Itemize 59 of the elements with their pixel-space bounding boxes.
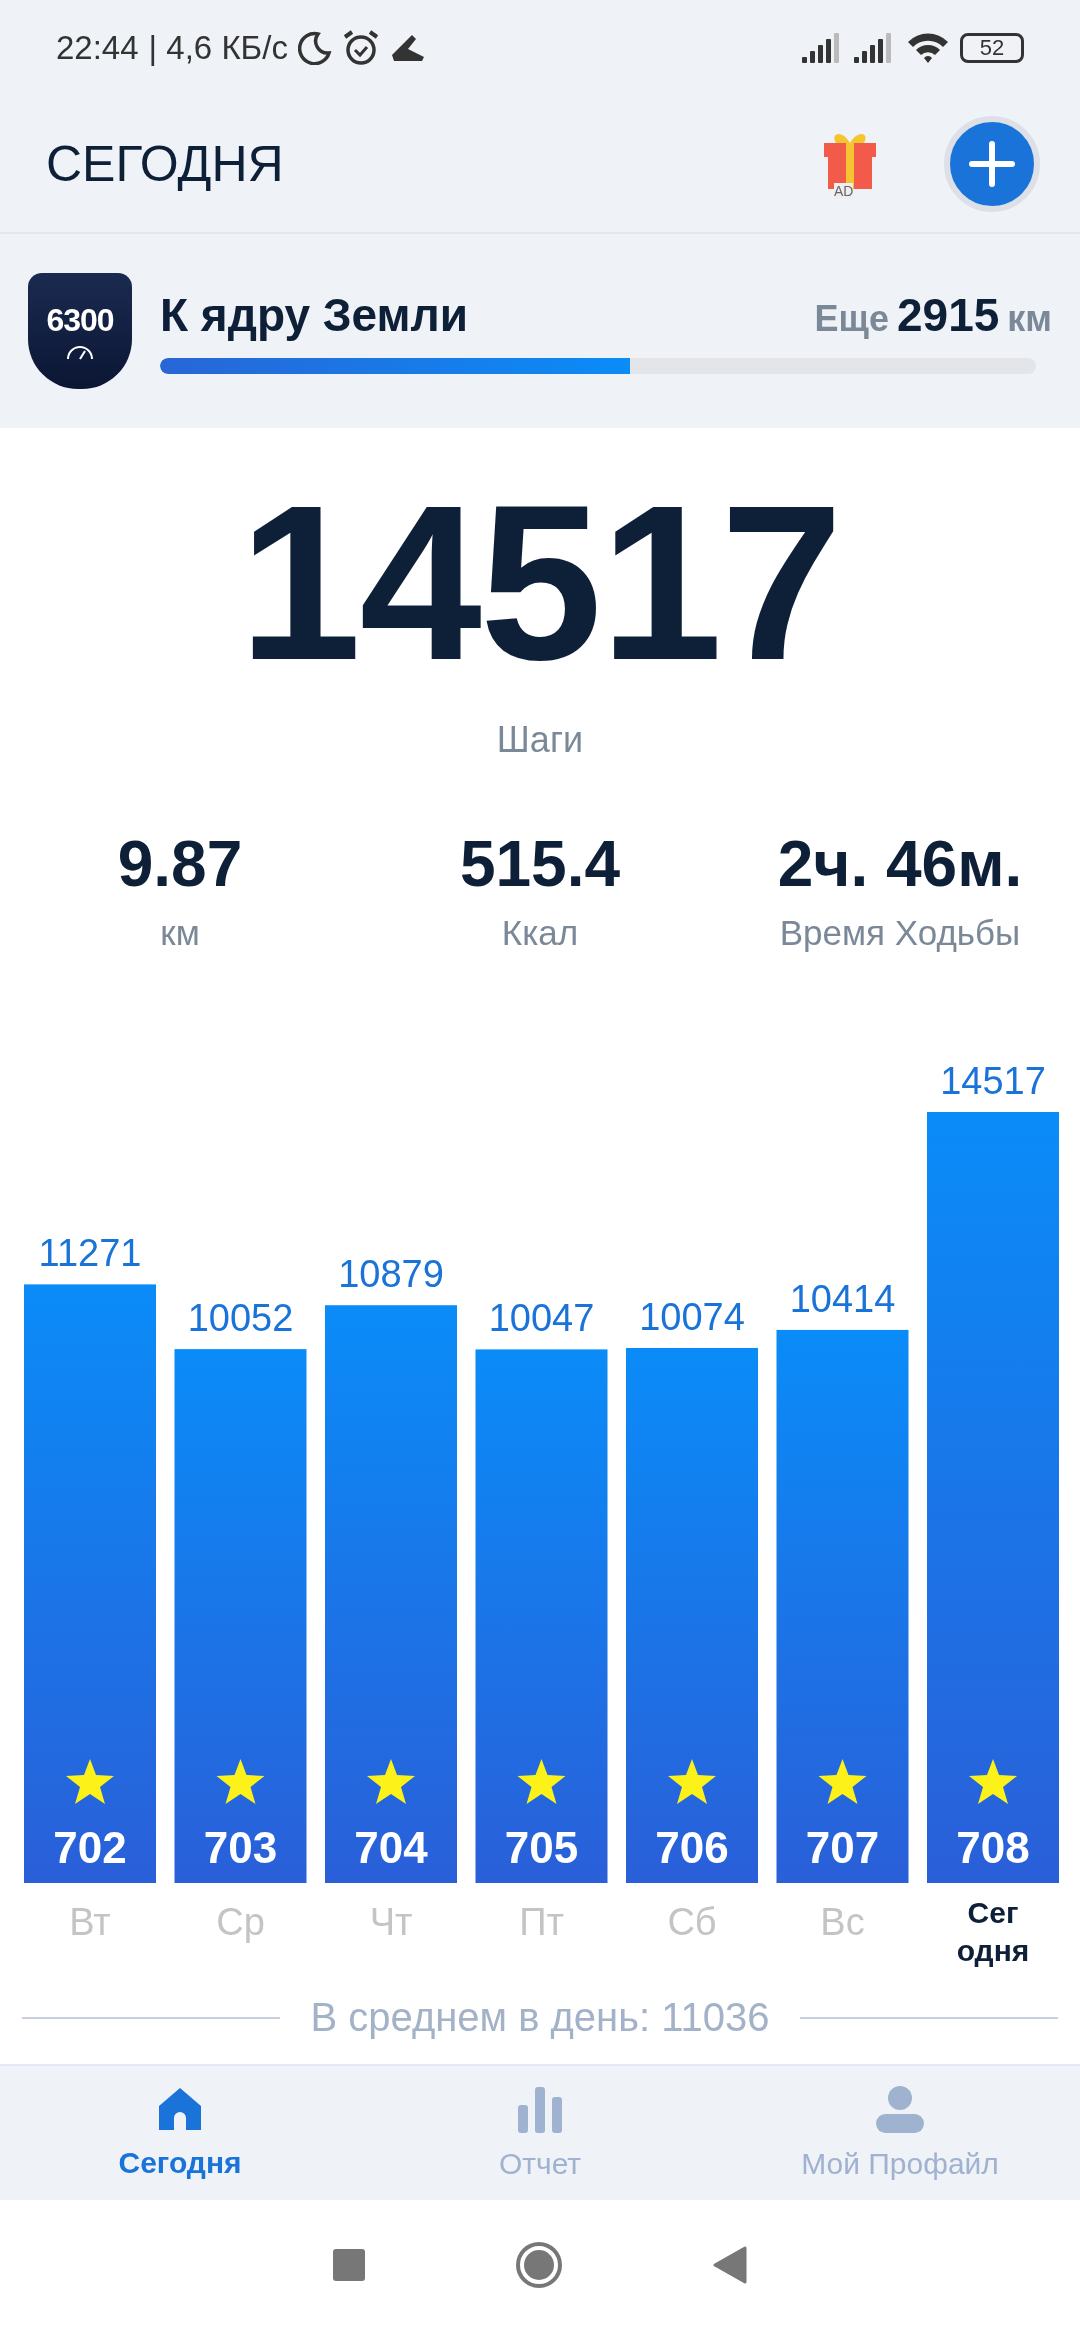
star-count: 708 xyxy=(956,1823,1030,1872)
day-label: Вт xyxy=(69,1901,111,1943)
day-label: Ср xyxy=(216,1901,265,1943)
step-count: 14517 xyxy=(239,468,841,699)
star-count: 707 xyxy=(805,1823,880,1872)
goal-title: К ядру Земли xyxy=(160,288,470,342)
star-icon xyxy=(969,1759,1017,1804)
bar-value: 10414 xyxy=(789,1277,896,1320)
page-title: СЕГОДНЯ xyxy=(46,135,285,193)
day-label: Сегодня xyxy=(956,1896,1030,1967)
stat-value: 515.4 xyxy=(459,827,621,901)
bar-value: 10052 xyxy=(187,1297,294,1340)
star-count: 702 xyxy=(53,1823,127,1872)
daily-average: В среднем в день: 11036 xyxy=(310,1995,770,2040)
distance-unit: км xyxy=(1007,298,1052,340)
alarm-icon xyxy=(341,29,380,67)
bar-value: 10074 xyxy=(639,1295,745,1338)
stat-value: 2ч. 46м. xyxy=(777,827,1023,901)
steps-label: Шаги xyxy=(496,719,584,761)
day-label: Вс xyxy=(820,1901,865,1943)
stat-label: Ккал xyxy=(501,913,579,953)
day-label: Чт xyxy=(369,1901,413,1943)
stat-label: Время Ходьбы xyxy=(779,913,1021,953)
bar-value: 11271 xyxy=(38,1232,142,1275)
network-speed: | 4,6 КБ/с xyxy=(148,29,288,67)
wifi-icon xyxy=(906,32,950,64)
star-icon xyxy=(517,1759,566,1804)
bar-value: 14517 xyxy=(940,1060,1046,1102)
home-button-icon[interactable] xyxy=(515,2241,563,2289)
stat-value: 9.87 xyxy=(117,827,243,901)
bar-value: 10879 xyxy=(338,1253,444,1296)
star-count: 703 xyxy=(203,1823,278,1872)
nav-tab[interactable]: Отчет xyxy=(360,2066,720,2200)
star-count: 704 xyxy=(354,1823,428,1872)
nav-tab[interactable]: Мой Профайл xyxy=(720,2066,1080,2200)
plus-icon xyxy=(969,141,1015,187)
moon-icon xyxy=(297,31,332,65)
person-icon xyxy=(875,2085,925,2133)
ad-label: AD xyxy=(834,183,854,199)
star-icon xyxy=(668,1759,716,1804)
star-count: 706 xyxy=(655,1823,729,1872)
star-icon xyxy=(216,1759,265,1804)
remaining-distance: 2915 xyxy=(897,288,1000,342)
day-label: Пт xyxy=(519,1901,564,1943)
back-icon[interactable] xyxy=(713,2246,747,2284)
goal-badge: 6300 xyxy=(28,273,132,389)
bar-chart-icon xyxy=(517,2085,563,2133)
remaining-label: Еще xyxy=(814,298,889,340)
nav-tab[interactable]: Сегодня xyxy=(0,2066,360,2200)
battery-icon: 52 xyxy=(960,33,1024,63)
star-icon xyxy=(66,1759,114,1804)
status-time: 22:44 xyxy=(56,29,139,67)
stat-label: км xyxy=(160,913,200,953)
home-icon xyxy=(157,2086,203,2132)
star-icon xyxy=(367,1759,415,1804)
star-count: 705 xyxy=(504,1823,579,1872)
star-icon xyxy=(818,1759,867,1804)
bar-value: 10047 xyxy=(488,1297,595,1340)
day-label: Сб xyxy=(667,1901,717,1943)
